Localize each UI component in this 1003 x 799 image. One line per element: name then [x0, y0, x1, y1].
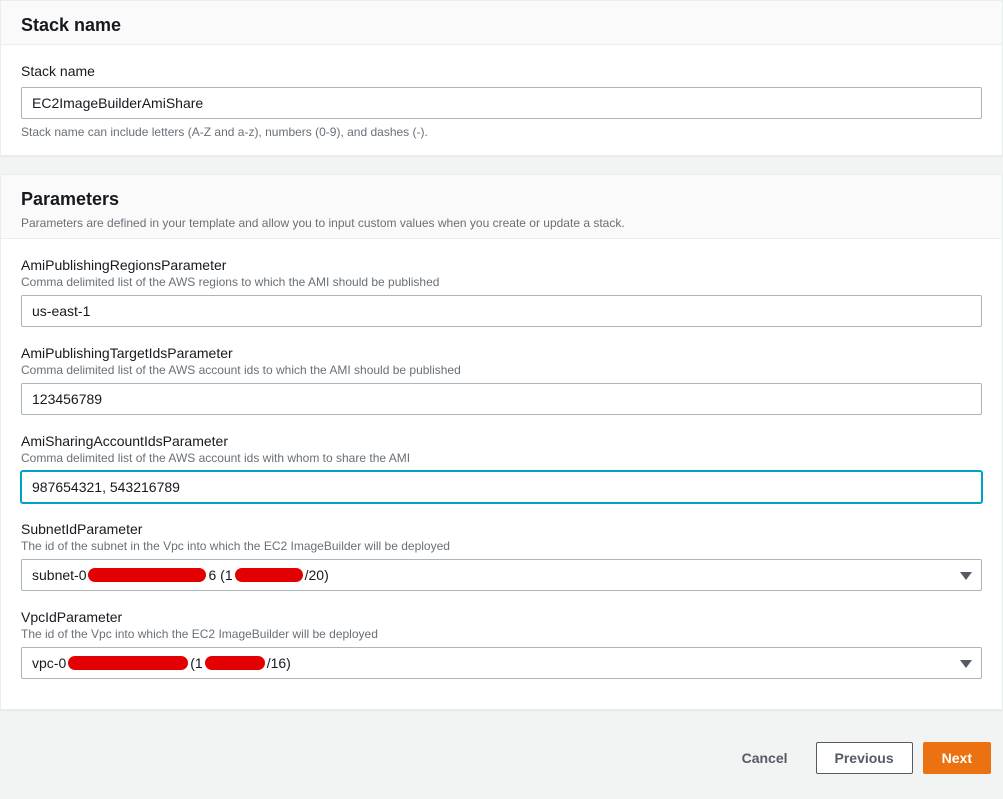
wizard-footer: Cancel Previous Next: [0, 728, 1003, 788]
parameter-desc: The id of the Vpc into which the EC2 Ima…: [21, 627, 982, 641]
parameter-label: AmiPublishingTargetIdsParameter: [21, 345, 982, 361]
parameter-select-display[interactable]: vpc-0 (1/16): [21, 647, 982, 679]
parameter-label: AmiPublishingRegionsParameter: [21, 257, 982, 273]
parameter-select-display[interactable]: subnet-0 6 (1/20): [21, 559, 982, 591]
cancel-button[interactable]: Cancel: [724, 742, 806, 774]
stack-name-panel-body: Stack name Stack name can include letter…: [1, 45, 1002, 155]
previous-button[interactable]: Previous: [816, 742, 913, 774]
parameter-desc: Comma delimited list of the AWS account …: [21, 363, 982, 377]
parameter-select[interactable]: subnet-0 6 (1/20): [21, 559, 982, 591]
redaction-mark: [68, 656, 188, 670]
parameter-input[interactable]: [21, 295, 982, 327]
parameter-field: AmiPublishingTargetIdsParameter Comma del…: [21, 345, 982, 415]
stack-name-hint: Stack name can include letters (A-Z and …: [21, 125, 982, 139]
parameters-title: Parameters: [21, 189, 982, 210]
parameter-label: VpcIdParameter: [21, 609, 982, 625]
parameter-label: SubnetIdParameter: [21, 521, 982, 537]
parameters-subtitle: Parameters are defined in your template …: [21, 216, 982, 230]
parameters-panel: Parameters Parameters are defined in you…: [0, 174, 1003, 710]
stack-name-panel: Stack name Stack name Stack name can inc…: [0, 0, 1003, 156]
select-text-mid: 6 (1: [208, 567, 232, 583]
next-button[interactable]: Next: [923, 742, 991, 774]
select-text-prefix: vpc-0: [32, 655, 66, 671]
stack-name-input[interactable]: [21, 87, 982, 119]
parameter-field: AmiSharingAccountIdsParameter Comma delim…: [21, 433, 982, 503]
redaction-mark: [88, 568, 206, 582]
select-text-mid: (1: [190, 655, 202, 671]
parameter-field: SubnetIdParameter The id of the subnet in…: [21, 521, 982, 591]
parameter-select[interactable]: vpc-0 (1/16): [21, 647, 982, 679]
parameter-desc: Comma delimited list of the AWS regions …: [21, 275, 982, 289]
parameters-panel-header: Parameters Parameters are defined in you…: [1, 175, 1002, 239]
parameter-label: AmiSharingAccountIdsParameter: [21, 433, 982, 449]
stack-name-label: Stack name: [21, 63, 982, 79]
parameters-panel-body: AmiPublishingRegionsParameter Comma delim…: [1, 239, 1002, 709]
stack-name-panel-header: Stack name: [1, 1, 1002, 45]
parameter-desc: The id of the subnet in the Vpc into whi…: [21, 539, 982, 553]
select-text-suffix: /20): [305, 567, 329, 583]
redaction-mark: [205, 656, 265, 670]
parameter-field: VpcIdParameter The id of the Vpc into whi…: [21, 609, 982, 679]
stack-name-field: Stack name Stack name can include letter…: [21, 63, 982, 139]
redaction-mark: [235, 568, 303, 582]
parameter-input[interactable]: [21, 471, 982, 503]
parameter-desc: Comma delimited list of the AWS account …: [21, 451, 982, 465]
select-text-prefix: subnet-0: [32, 567, 86, 583]
parameter-field: AmiPublishingRegionsParameter Comma delim…: [21, 257, 982, 327]
stack-name-title: Stack name: [21, 15, 982, 36]
parameter-input[interactable]: [21, 383, 982, 415]
select-text-suffix: /16): [267, 655, 291, 671]
